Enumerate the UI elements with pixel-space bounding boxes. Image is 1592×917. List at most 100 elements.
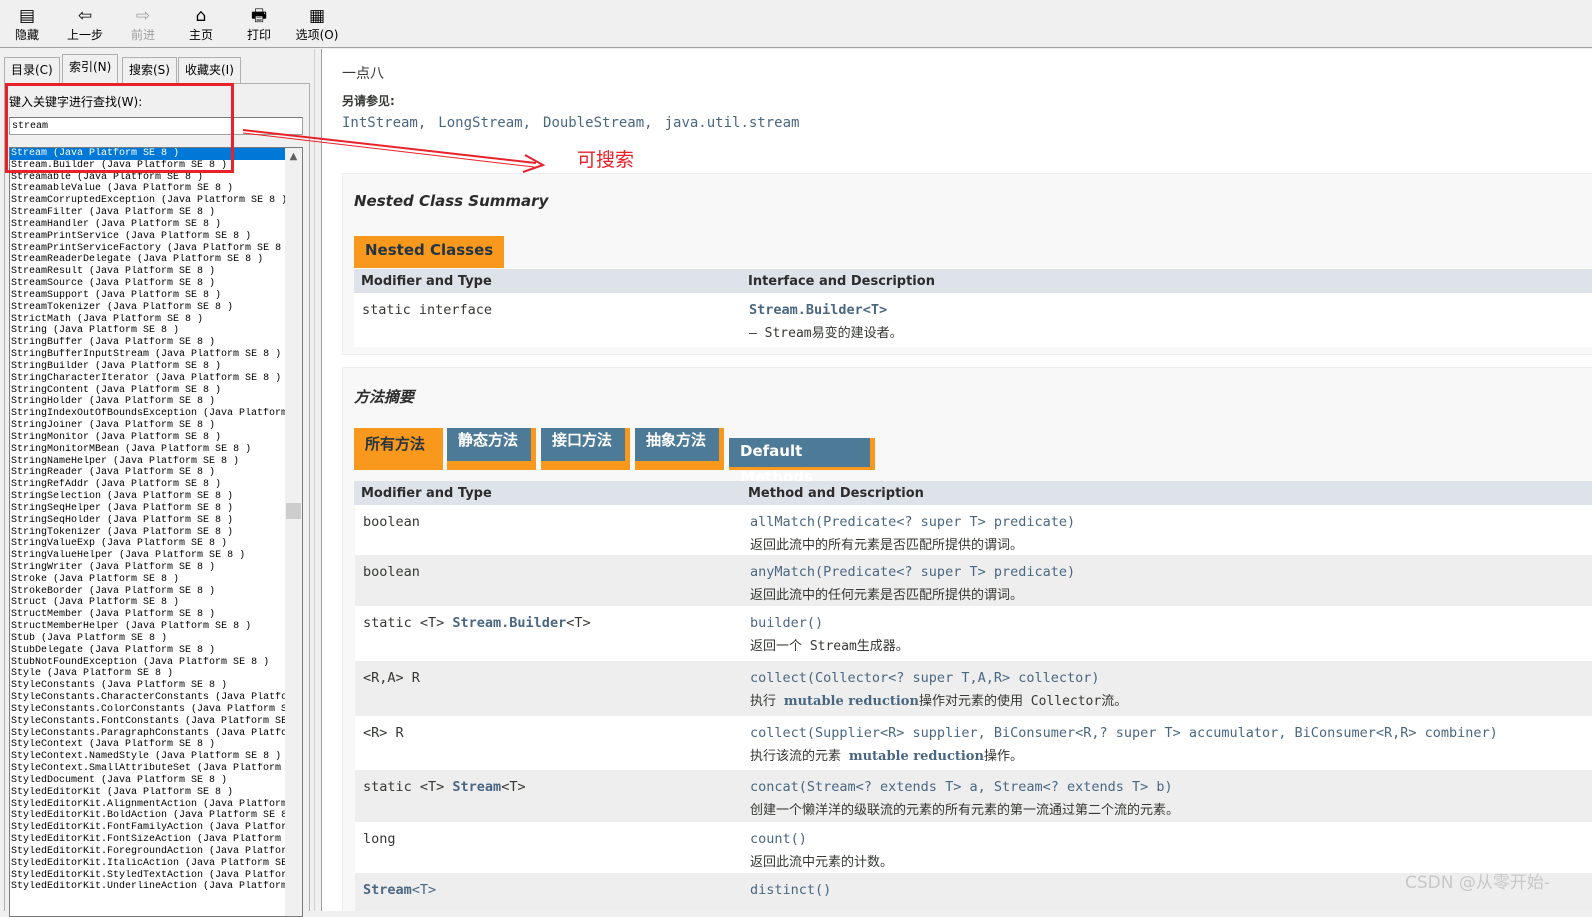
index-list-item[interactable]: StringRefAddr (Java Platform SE 8 ) (10, 479, 286, 491)
index-list-item[interactable]: StringValueHelper (Java Platform SE 8 ) (10, 550, 286, 562)
index-list-item[interactable]: StringReader (Java Platform SE 8 ) (10, 467, 286, 479)
index-list-item[interactable]: StreamPrintServiceFactory (Java Platform… (10, 243, 286, 255)
nested-class-link[interactable]: Stream.Builder<T> (749, 302, 887, 318)
index-list-item[interactable]: StringWriter (Java Platform SE 8 ) (10, 562, 286, 574)
index-list-item[interactable]: StringJoiner (Java Platform SE 8 ) (10, 420, 286, 432)
item-name: StreamReaderDelegate (11, 254, 132, 266)
index-list-item[interactable]: StyledEditorKit.ItalicAction (Java Platf… (10, 858, 286, 870)
index-list-item[interactable]: StructMember (Java Platform SE 8 ) (10, 609, 286, 621)
index-list-item[interactable]: StreamSupport (Java Platform SE 8 ) (10, 290, 286, 302)
index-list-item[interactable]: StringBuilder (Java Platform SE 8 ) (10, 361, 286, 373)
tab-methods-3[interactable]: 抽象方法 (635, 428, 724, 470)
index-list-item[interactable]: StubDelegate (Java Platform SE 8 ) (10, 645, 286, 657)
item-name: StrokeBorder (11, 585, 84, 597)
index-list-item[interactable]: StringTokenizer (Java Platform SE 8 ) (10, 527, 286, 539)
tab-methods-1[interactable]: 静态方法 (447, 428, 536, 470)
item-name: StringReader (11, 467, 84, 479)
item-name: StringTokenizer (11, 526, 102, 538)
see-also-link[interactable]: java.util.stream (665, 115, 800, 131)
item-suffix: (Java Platform SE 8 ) (215, 692, 286, 704)
item-suffix: (Java Platform SE 8 ) (167, 242, 286, 254)
index-list-item[interactable]: StreamPrintService (Java Platform SE 8 ) (10, 231, 286, 243)
index-list-item[interactable]: StyleContext.SmallAttributeSet (Java Pla… (10, 763, 286, 775)
index-list-item[interactable]: StructMemberHelper (Java Platform SE 8 ) (10, 621, 286, 633)
index-list-item[interactable]: StringSeqHolder (Java Platform SE 8 ) (10, 515, 286, 527)
tab-methods-2[interactable]: 接口方法 (541, 428, 630, 470)
scrollbar-thumb[interactable] (286, 503, 301, 519)
index-list-item[interactable]: String (Java Platform SE 8 ) (10, 325, 286, 337)
index-list-item[interactable]: StreamReaderDelegate (Java Platform SE 8… (10, 254, 286, 266)
modifier-type: Stream<T> (363, 882, 437, 898)
index-list-item[interactable]: StyledEditorKit.AlignmentAction (Java Pl… (10, 799, 286, 811)
list-scrollbar[interactable]: ▲ (285, 148, 302, 916)
index-list-item[interactable]: StyledEditorKit.StyledTextAction (Java P… (10, 870, 286, 882)
index-list-item[interactable]: StringBuffer (Java Platform SE 8 ) (10, 337, 286, 349)
method-signature-link[interactable]: anyMatch(Predicate<? super T> predicate) (750, 564, 1075, 580)
modifier-type: long (363, 831, 396, 847)
index-list-item[interactable]: Stub (Java Platform SE 8 ) (10, 633, 286, 645)
index-list-item[interactable]: StringValueExp (Java Platform SE 8 ) (10, 538, 286, 550)
index-list-item[interactable]: StringSeqHelper (Java Platform SE 8 ) (10, 503, 286, 515)
index-list-item[interactable]: StreamTokenizer (Java Platform SE 8 ) (10, 302, 286, 314)
index-list-item[interactable]: StrokeBorder (Java Platform SE 8 ) (10, 586, 286, 598)
index-list-item[interactable]: StreamSource (Java Platform SE 8 ) (10, 278, 286, 290)
item-name: StyledEditorKit.AlignmentAction (11, 798, 198, 810)
method-signature-link[interactable]: distinct() (750, 882, 831, 898)
index-list-item[interactable]: StrictMath (Java Platform SE 8 ) (10, 314, 286, 326)
index-list-item[interactable]: StreamHandler (Java Platform SE 8 ) (10, 219, 286, 231)
method-signature-link[interactable]: collect(Collector<? super T,A,R> collect… (750, 670, 1100, 686)
index-list-item[interactable]: StringHolder (Java Platform SE 8 ) (10, 396, 286, 408)
index-list-item[interactable]: StringMonitor (Java Platform SE 8 ) (10, 432, 286, 444)
method-signature-link[interactable]: concat(Stream<? extends T> a, Stream<? e… (750, 779, 1173, 795)
method-signature-link[interactable]: count() (750, 831, 807, 847)
table-row: static interface Stream.Builder<T> — Stre… (354, 293, 1592, 347)
index-list-item[interactable]: StringSelection (Java Platform SE 8 ) (10, 491, 286, 503)
item-name: StringWriter (11, 561, 84, 573)
method-row: boolean anyMatch(Predicate<? super T> pre… (355, 555, 1592, 606)
item-suffix: (Java Platform SE 8 ) (155, 751, 282, 763)
index-list[interactable]: Stream (Java Platform SE 8 ) Stream.Build… (9, 147, 303, 917)
method-description: 创建一个懒洋洋的级联流的元素的所有元素的第一流通过第二个流的元素。 (750, 803, 1180, 818)
tab-methods-0[interactable]: 所有方法 (354, 428, 443, 470)
index-list-item[interactable]: StringNameHelper (Java Platform SE 8 ) (10, 456, 286, 468)
index-list-item[interactable]: StyleConstants (Java Platform SE 8 ) (10, 680, 286, 692)
item-suffix: (Java Platform SE 8 ) (89, 278, 216, 290)
item-suffix: (Java Platform SE 8 ) (155, 349, 282, 361)
item-name: StructMemberHelper (11, 621, 120, 633)
index-list-item[interactable]: StyleConstants.ColorConstants (Java Plat… (10, 704, 286, 716)
index-list-item[interactable]: StreamFilter (Java Platform SE 8 ) (10, 207, 286, 219)
index-list-item[interactable]: StringIndexOutOfBoundsException (Java Pl… (10, 408, 286, 420)
index-list-item[interactable]: StyleConstants.FontConstants (Java Platf… (10, 716, 286, 728)
index-list-item[interactable]: StyleConstants.CharacterConstants (Java … (10, 692, 286, 704)
index-list-item[interactable]: StreamResult (Java Platform SE 8 ) (10, 266, 286, 278)
item-name: StreamHandler (11, 218, 90, 230)
index-list-item[interactable]: StyledEditorKit.UnderlineAction (Java Pl… (10, 881, 286, 893)
index-list-item[interactable]: StyledDocument (Java Platform SE 8 ) (10, 775, 286, 787)
tab-methods-4[interactable]: Default Methods (729, 438, 875, 486)
item-name: StringRefAddr (11, 479, 90, 491)
item-suffix: (Java Platform SE 8 ) (101, 774, 228, 786)
index-list-item[interactable]: StyleContext.NamedStyle (Java Platform S… (10, 751, 286, 763)
index-list-item[interactable]: StringContent (Java Platform SE 8 ) (10, 385, 286, 397)
index-list-item[interactable]: StyledEditorKit (Java Platform SE 8 ) (10, 787, 286, 799)
index-list-item[interactable]: StringBufferInputStream (Java Platform S… (10, 349, 286, 361)
index-list-item[interactable]: StringCharacterIterator (Java Platform S… (10, 373, 286, 385)
method-signature-link[interactable]: allMatch(Predicate<? super T> predicate) (750, 514, 1075, 530)
item-suffix: (Java Platform SE 8 ) (107, 491, 234, 503)
method-signature-link[interactable]: builder() (750, 615, 823, 631)
tab-nested-classes[interactable]: Nested Classes (354, 236, 505, 268)
index-list-item[interactable]: StyledEditorKit.FontSizeAction (Java Pla… (10, 834, 286, 846)
index-list-item[interactable]: StyledEditorKit.BoldAction (Java Platfor… (10, 810, 286, 822)
item-suffix: (Java Platform SE 8 ) (95, 218, 222, 230)
index-list-item[interactable]: StringMonitorMBean (Java Platform SE 8 ) (10, 444, 286, 456)
method-row: boolean allMatch(Predicate<? super T> pre… (355, 505, 1592, 555)
index-list-item[interactable]: Style (Java Platform SE 8 ) (10, 668, 286, 680)
index-list-item[interactable]: StyledEditorKit.FontFamilyAction (Java P… (10, 822, 286, 834)
method-signature-link[interactable]: collect(Supplier<R> supplier, BiConsumer… (750, 725, 1498, 741)
index-list-item[interactable]: StyleContext (Java Platform SE 8 ) (10, 739, 286, 751)
index-list-item[interactable]: StyledEditorKit.ForegroundAction (Java P… (10, 846, 286, 858)
index-list-item[interactable]: StubNotFoundException (Java Platform SE … (10, 657, 286, 669)
index-list-item[interactable]: Struct (Java Platform SE 8 ) (10, 597, 286, 609)
index-list-item[interactable]: Stroke (Java Platform SE 8 ) (10, 574, 286, 586)
index-list-item[interactable]: StyleConstants.ParagraphConstants (Java … (10, 728, 286, 740)
